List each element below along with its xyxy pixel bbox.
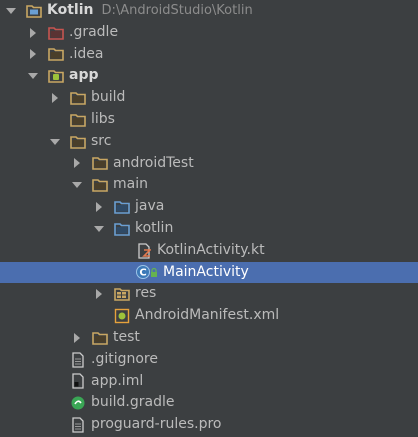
project-tree: Kotlin D:\AndroidStudio\Kotlin .gradle .ide…	[0, 0, 418, 437]
folder-icon	[70, 134, 86, 150]
source-folder-icon	[114, 221, 130, 237]
folder-icon	[70, 90, 86, 106]
tree-item[interactable]: .gitignore	[0, 349, 418, 371]
tree-item[interactable]: build.gradle	[0, 392, 418, 414]
tree-item[interactable]: androidTest	[0, 153, 418, 175]
tree-item[interactable]: src	[0, 131, 418, 153]
tree-item-label: KotlinActivity.kt	[157, 241, 265, 258]
resource-folder-icon	[114, 286, 130, 302]
chevron-right-icon[interactable]	[28, 49, 38, 60]
chevron-right-icon[interactable]	[50, 93, 60, 104]
source-folder-icon	[114, 199, 130, 215]
class-icon: C	[136, 264, 158, 280]
chevron-down-icon[interactable]	[50, 137, 60, 147]
chevron-right-icon[interactable]	[28, 27, 38, 38]
tree-item-label: src	[91, 132, 112, 149]
module-folder-icon	[26, 3, 42, 19]
manifest-file-icon	[114, 308, 130, 324]
tree-item[interactable]: res	[0, 283, 418, 305]
tree-item-label: build	[91, 89, 126, 106]
text-file-icon	[70, 417, 86, 433]
svg-text:C: C	[139, 268, 146, 279]
tree-item-label: .gradle	[69, 23, 119, 40]
tree-item-label: Kotlin	[47, 2, 94, 18]
iml-file-icon	[70, 373, 86, 390]
tree-item[interactable]: .gradle	[0, 22, 418, 44]
chevron-down-icon[interactable]	[6, 6, 16, 16]
tree-item[interactable]: java	[0, 196, 418, 218]
tree-item[interactable]: .idea	[0, 44, 418, 66]
folder-icon	[92, 330, 108, 346]
tree-item[interactable]: app	[0, 65, 418, 87]
tree-item-label: app	[69, 67, 99, 84]
tree-item-label: res	[135, 285, 157, 302]
tree-item[interactable]: main	[0, 174, 418, 196]
tree-item-label: AndroidManifest.xml	[135, 307, 280, 324]
project-path: D:\AndroidStudio\Kotlin	[101, 3, 253, 18]
gradle-file-icon	[70, 395, 86, 411]
folder-icon	[92, 177, 108, 193]
tree-item-label: .gitignore	[91, 350, 158, 367]
folder-icon	[70, 112, 86, 128]
tree-item-label: androidTest	[113, 154, 194, 171]
tree-item[interactable]: proguard-rules.pro	[0, 414, 418, 436]
tree-item[interactable]: libs	[0, 109, 418, 131]
chevron-right-icon[interactable]	[94, 202, 104, 213]
text-file-icon	[70, 351, 86, 368]
tree-item-label: libs	[91, 110, 115, 127]
tree-item[interactable]: C MainActivity	[0, 261, 418, 284]
chevron-right-icon[interactable]	[72, 332, 82, 343]
folder-icon	[48, 46, 64, 62]
chevron-down-icon[interactable]	[72, 180, 82, 190]
chevron-down-icon[interactable]	[28, 71, 38, 81]
chevron-down-icon[interactable]	[94, 224, 104, 234]
tree-item-label: test	[113, 328, 140, 345]
tree-item[interactable]: build	[0, 87, 418, 109]
tree-item-label: java	[135, 198, 165, 215]
folder-icon	[92, 155, 108, 171]
tree-item-label: .idea	[69, 45, 104, 62]
tree-item[interactable]: app.iml	[0, 371, 418, 393]
chevron-right-icon[interactable]	[72, 158, 82, 169]
chevron-right-icon[interactable]	[94, 289, 104, 300]
tree-item-label: kotlin	[135, 219, 174, 236]
kotlin-file-icon	[136, 243, 152, 259]
tree-item-label: proguard-rules.pro	[91, 416, 222, 433]
tree-item-label: main	[113, 176, 148, 193]
excluded-folder-icon	[48, 25, 64, 41]
tree-item-label: MainActivity	[163, 263, 249, 280]
android-module-icon	[48, 68, 64, 84]
tree-item[interactable]: kotlin	[0, 218, 418, 240]
tree-item-label: build.gradle	[91, 394, 175, 411]
tree-item[interactable]: Kotlin D:\AndroidStudio\Kotlin	[0, 0, 418, 22]
tree-item-label: app.iml	[91, 372, 144, 389]
tree-item[interactable]: KotlinActivity.kt	[0, 240, 418, 262]
tree-item[interactable]: test	[0, 327, 418, 349]
tree-item[interactable]: AndroidManifest.xml	[0, 305, 418, 327]
